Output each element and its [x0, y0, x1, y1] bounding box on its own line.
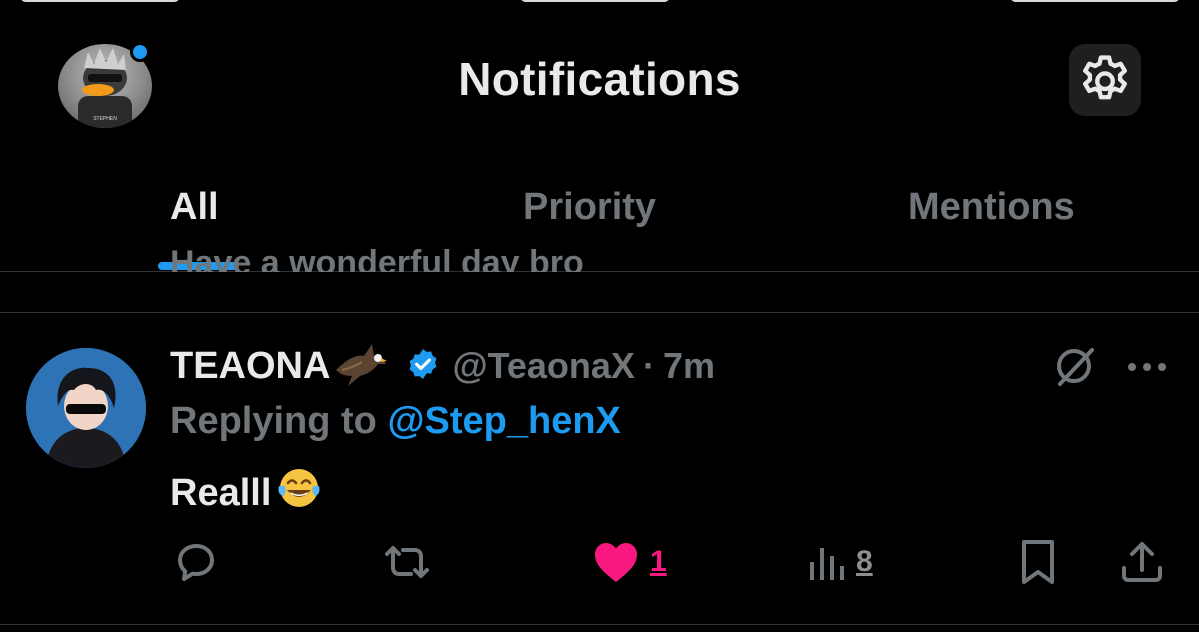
- verified-badge-icon: [406, 347, 440, 386]
- eagle-icon: [336, 343, 388, 386]
- meta-separator: ·: [642, 345, 655, 386]
- divider: [0, 624, 1199, 625]
- tweet-body: Realll: [170, 464, 323, 522]
- retweet-button[interactable]: [381, 534, 433, 590]
- tears-of-joy-icon: [278, 469, 320, 507]
- tweet-text: Realll: [170, 471, 272, 514]
- share-button[interactable]: [1118, 534, 1166, 590]
- display-name[interactable]: TEAONA: [170, 345, 330, 388]
- bookmark-button[interactable]: [1016, 534, 1060, 590]
- previous-notification-text: Have a wonderful day bro: [170, 236, 690, 272]
- tweet-time[interactable]: 7m: [663, 345, 715, 387]
- reply-button[interactable]: [172, 534, 220, 590]
- tweet-actions: 1 8: [0, 534, 1199, 590]
- page-title: Notifications: [458, 53, 741, 105]
- more-options-icon[interactable]: [1126, 360, 1168, 378]
- divider: [0, 312, 1199, 313]
- replying-to-mention[interactable]: @Step_henX: [387, 400, 620, 442]
- views-button[interactable]: 8: [806, 534, 873, 590]
- anime-avatar-icon: [26, 348, 146, 468]
- gear-icon: [1083, 55, 1127, 100]
- heart-icon: [595, 543, 637, 582]
- ellipsis-icon: [1128, 363, 1166, 371]
- grok-icon[interactable]: [1052, 344, 1096, 393]
- share-icon: [1122, 542, 1162, 582]
- previous-notification-text-content: Have a wonderful day bro: [170, 244, 584, 272]
- like-button[interactable]: 1: [592, 534, 667, 590]
- views-count[interactable]: 8: [856, 545, 873, 579]
- views-icon: [810, 548, 844, 580]
- replying-to-label: Replying to: [170, 400, 388, 442]
- reply-icon: [178, 544, 214, 581]
- replying-to-line: Replying to @Step_henX: [170, 400, 621, 443]
- bookmark-icon: [1022, 540, 1054, 584]
- like-count[interactable]: 1: [650, 545, 667, 579]
- tab-mentions[interactable]: Mentions: [908, 186, 1075, 246]
- grok-slash-icon: [1057, 348, 1094, 386]
- tweet-author-avatar[interactable]: [26, 348, 146, 468]
- verified-icon: [409, 348, 437, 379]
- laughing-emoji-icon: [275, 464, 323, 522]
- author-handle[interactable]: @TeaonaX: [452, 345, 634, 387]
- notifications-header: STEPHEN Notifications: [0, 0, 1199, 160]
- retweet-icon: [385, 546, 429, 578]
- settings-button[interactable]: [1069, 44, 1141, 116]
- eagle-emoji-icon: [334, 340, 388, 393]
- tweet-header: TEAONA @TeaonaX · 7m: [170, 342, 715, 390]
- svg-text:STEPHEN: STEPHEN: [93, 116, 117, 122]
- tweet-notification[interactable]: TEAONA @TeaonaX · 7m Replying to @Step_h…: [0, 314, 1199, 622]
